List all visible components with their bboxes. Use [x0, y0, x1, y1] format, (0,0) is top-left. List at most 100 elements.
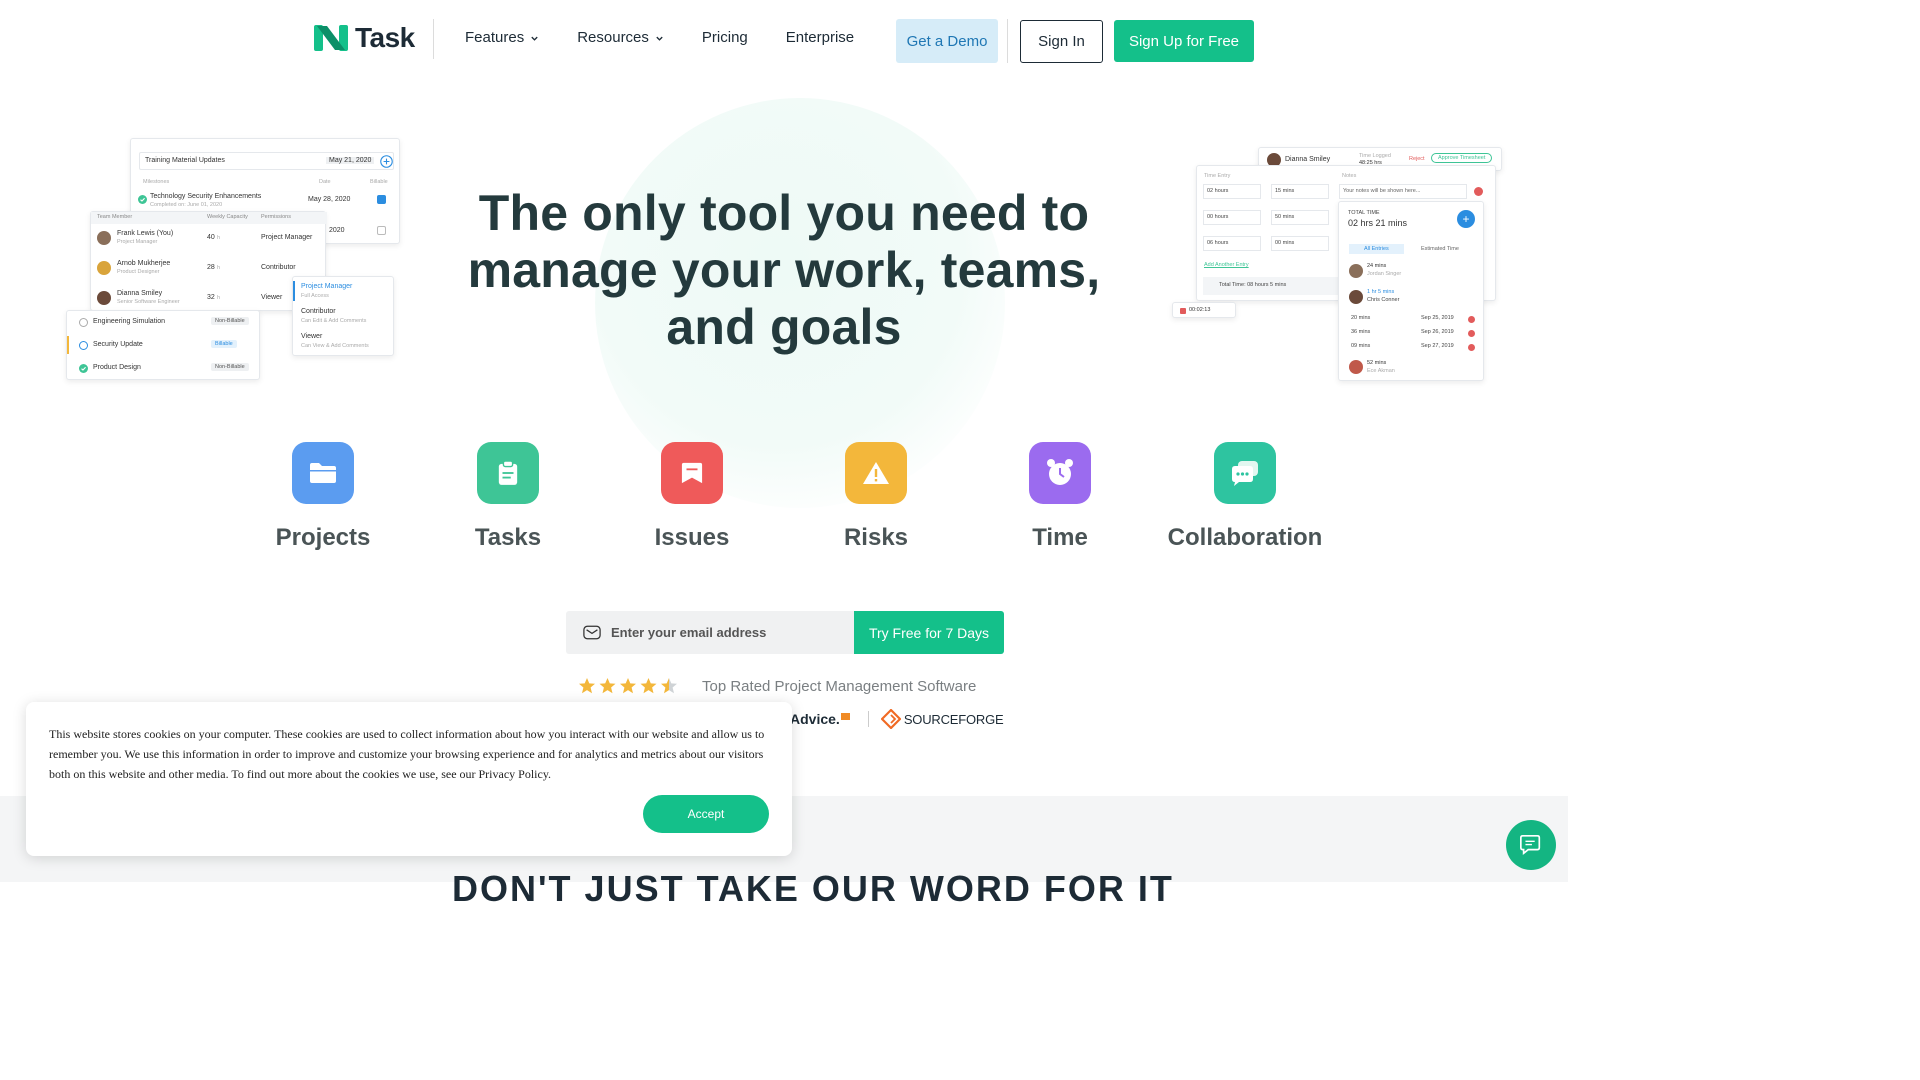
tab-all-entries[interactable]: All Entries — [1349, 244, 1404, 254]
entry-field[interactable]: 00 hours — [1203, 210, 1261, 225]
hero-title: The only tool you need to manage your wo… — [467, 185, 1101, 355]
log-time: 1 hr 5 mins — [1367, 289, 1395, 295]
approve-button[interactable]: Approve Timesheet — [1431, 153, 1493, 163]
member-name: Frank Lewis (You) — [117, 230, 174, 237]
sourceforge-logo[interactable]: SOURCEFORGE — [904, 712, 1004, 727]
billable-checkbox-checked[interactable] — [377, 195, 386, 204]
feature-risks[interactable]: Risks — [806, 442, 946, 552]
logo-text: Task — [355, 22, 415, 53]
log-row-time: 36 mins — [1351, 329, 1371, 335]
avatar — [1349, 290, 1363, 304]
member-permission[interactable]: Project Manager — [261, 234, 312, 241]
selected-indicator — [293, 281, 295, 301]
permission-option-sub: Full Access — [301, 293, 329, 299]
radio-icon[interactable] — [79, 341, 88, 350]
accept-cookies-button[interactable]: Accept — [643, 795, 769, 833]
feature-label: Projects — [275, 524, 371, 551]
add-icon[interactable] — [380, 155, 393, 168]
nav-pricing-label: Pricing — [701, 29, 748, 46]
entry-mins: 50 mins — [1275, 214, 1295, 220]
chat-widget-button[interactable] — [1506, 820, 1556, 870]
project-name: Security Update — [93, 341, 143, 348]
entry-field[interactable]: 00 mins — [1271, 236, 1329, 251]
feature-tasks[interactable]: Tasks — [438, 442, 578, 552]
reject-button[interactable]: Reject — [1409, 156, 1425, 162]
milestone-name: Technology Security Enhancements — [150, 193, 262, 200]
col-weekly-capacity: Weekly Capacity — [207, 214, 248, 220]
project-list-card: Engineering Simulation Non-Billable Secu… — [66, 310, 260, 380]
issue-icon — [661, 442, 723, 504]
avatar — [97, 261, 111, 275]
remove-icon[interactable] — [1468, 330, 1475, 337]
envelope-icon — [583, 625, 601, 640]
entry-mins: 15 mins — [1275, 188, 1295, 194]
try-free-button[interactable]: Try Free for 7 Days — [854, 611, 1004, 654]
nav-resources[interactable]: Resources — [577, 29, 664, 47]
member-capacity: 32 — [207, 294, 215, 301]
permission-option[interactable]: Project Manager — [301, 283, 352, 290]
chat-icon — [1214, 442, 1276, 504]
nav-enterprise-label: Enterprise — [785, 29, 855, 46]
advice-logo[interactable]: Advice. — [790, 711, 840, 727]
add-time-button[interactable]: + — [1457, 210, 1475, 228]
logo[interactable]: Task — [313, 22, 415, 54]
feature-label: Tasks — [474, 524, 542, 551]
right-mockup: Dianna Smiley Time Logged 48:25 hrs Reje… — [1170, 145, 1506, 385]
time-logged-label: Time Logged — [1359, 153, 1391, 159]
project-tag: Non-Billable — [211, 363, 249, 371]
radio-icon[interactable] — [79, 318, 88, 327]
timer-widget[interactable]: 00:02:13 — [1172, 302, 1236, 318]
billable-checkbox[interactable] — [377, 226, 386, 235]
entry-field[interactable]: 06 hours — [1203, 236, 1261, 251]
check-circle-icon — [79, 364, 88, 373]
entry-field[interactable]: 50 mins — [1271, 210, 1329, 225]
record-icon — [1180, 308, 1186, 314]
rating-text: Top Rated Project Management Software — [702, 677, 977, 695]
notes-field[interactable]: Your notes will be shown here... — [1339, 184, 1467, 199]
nav-features[interactable]: Features — [465, 29, 539, 47]
email-input[interactable] — [611, 625, 841, 640]
check-circle-icon — [138, 195, 147, 204]
entry-field[interactable]: 15 mins — [1271, 184, 1329, 199]
feature-issues[interactable]: Issues — [622, 442, 762, 552]
sourceforge-diamond-icon — [880, 709, 901, 729]
col-billable: Billable — [370, 179, 388, 185]
log-row-date: Sep 26, 2019 — [1421, 329, 1454, 335]
col-milestones: Milestones — [143, 179, 170, 185]
project-tag: Non-Billable — [211, 317, 249, 325]
entry-field[interactable]: 02 hours — [1203, 184, 1261, 199]
remove-icon[interactable] — [1468, 344, 1475, 351]
milestone-sub: Completed on: June 01, 2020 — [150, 202, 223, 208]
log-row-time: 09 mins — [1351, 343, 1371, 349]
nav-enterprise[interactable]: Enterprise — [786, 29, 854, 47]
member-permission[interactable]: Viewer — [261, 294, 282, 301]
remove-icon[interactable] — [1468, 316, 1475, 323]
project-tag: Billable — [211, 340, 237, 348]
email-field-wrapper — [566, 611, 855, 654]
avatar — [1349, 360, 1363, 374]
log-row-date: Sep 27, 2019 — [1421, 343, 1454, 349]
feature-collaboration[interactable]: Collaboration — [1160, 442, 1330, 552]
timer-value: 00:02:13 — [1189, 307, 1211, 313]
feature-time[interactable]: Time — [990, 442, 1130, 552]
clipboard-icon — [477, 442, 539, 504]
logo-mark-icon — [314, 25, 348, 51]
milestone-date: May 28, 2020 — [308, 196, 351, 203]
project-name: Engineering Simulation — [93, 318, 165, 325]
folder-icon — [292, 442, 354, 504]
sign-in-button[interactable]: Sign In — [1020, 20, 1103, 63]
permission-option[interactable]: Viewer — [301, 333, 322, 340]
sign-up-button[interactable]: Sign Up for Free — [1114, 20, 1254, 62]
logo-separator — [867, 711, 869, 727]
member-permission[interactable]: Contributor — [261, 264, 296, 271]
tab-estimated-time[interactable]: Estimated Time — [1421, 244, 1459, 254]
get-demo-button[interactable]: Get a Demo — [896, 19, 998, 63]
nav-pricing[interactable]: Pricing — [702, 29, 748, 47]
permission-option[interactable]: Contributor — [301, 308, 336, 315]
feature-label: Issues — [654, 524, 730, 551]
feature-projects[interactable]: Projects — [253, 442, 393, 552]
review-logos: Advice. SOURCEFORGE — [790, 709, 1004, 729]
notes-label: Notes — [1342, 173, 1357, 179]
remove-icon[interactable] — [1474, 187, 1483, 196]
add-entry-link[interactable]: Add Another Entry — [1204, 262, 1249, 268]
